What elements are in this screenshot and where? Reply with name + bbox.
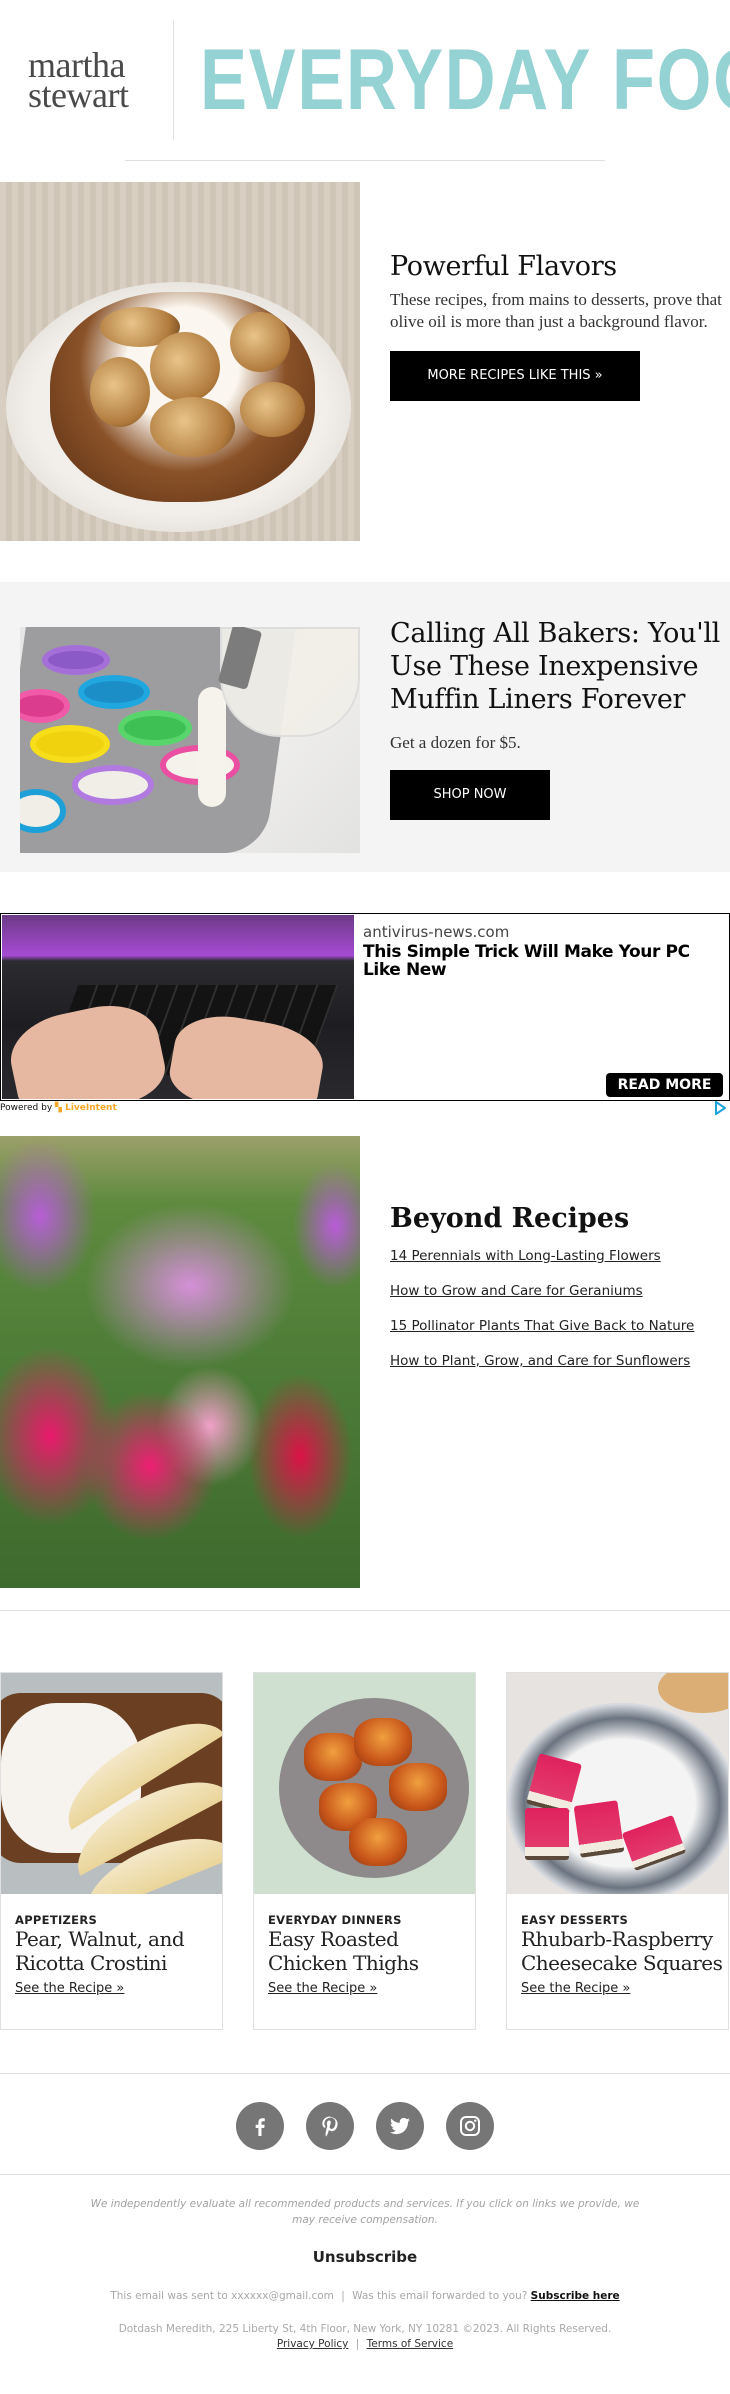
section-divider xyxy=(0,1610,730,1611)
muffin-liners-text: Calling All Bakers: You'll Use These Ine… xyxy=(390,617,725,820)
address-text: Dotdash Meredith, 225 Liberty St, 4th Fl… xyxy=(118,2323,612,2335)
ad-headline[interactable]: This Simple Trick Will Make Your PC Like… xyxy=(363,943,723,979)
powered-by-label[interactable]: Powered by ▚ LiveIntent xyxy=(0,1103,117,1113)
section-divider xyxy=(0,2073,730,2074)
unsubscribe-link[interactable]: Unsubscribe xyxy=(0,2248,730,2266)
read-more-button[interactable]: READ MORE xyxy=(606,1073,723,1097)
powerful-flavors-image[interactable] xyxy=(0,182,360,541)
instagram-link[interactable] xyxy=(446,2102,494,2150)
pear-slice xyxy=(240,382,305,437)
recipe-title[interactable]: Easy Roasted Chicken Thighs xyxy=(268,1927,473,1975)
liner-purple xyxy=(42,645,110,675)
powerful-flavors-text: Powerful Flavors These recipes, from mai… xyxy=(390,250,725,401)
email-header: martha stewart EVERYDAY FOOD xyxy=(0,0,730,160)
article-link[interactable]: How to Plant, Grow, and Care for Sunflow… xyxy=(390,1353,690,1369)
chicken-thigh xyxy=(389,1763,447,1811)
twitter-link[interactable] xyxy=(376,2102,424,2150)
martha-stewart-logo[interactable]: martha stewart xyxy=(28,47,129,115)
facebook-icon xyxy=(255,2118,265,2136)
affiliate-disclaimer: We independently evaluate all recommende… xyxy=(90,2198,640,2226)
logo-divider xyxy=(173,20,174,140)
list-item: How to Plant, Grow, and Care for Sunflow… xyxy=(390,1352,694,1370)
sent-to-line: This email was sent to xxxxxx@gmail.com … xyxy=(0,2290,730,2302)
muffin-liners-image[interactable] xyxy=(20,627,360,853)
separator: | xyxy=(341,2290,345,2302)
recipe-image[interactable] xyxy=(507,1673,728,1894)
legal-links: Privacy Policy | Terms of Service xyxy=(0,2337,730,2352)
pear-slice xyxy=(230,312,290,372)
privacy-policy-link[interactable]: Privacy Policy xyxy=(277,2338,349,2350)
recipe-image[interactable] xyxy=(254,1673,475,1894)
subscribe-link[interactable]: Subscribe here xyxy=(531,2290,620,2302)
twitter-icon xyxy=(390,2117,410,2135)
list-item: 14 Perennials with Long-Lasting Flowers xyxy=(390,1247,694,1265)
pinterest-icon xyxy=(322,2116,338,2137)
liner-blue xyxy=(78,675,150,709)
recipe-category: EASY DESSERTS xyxy=(521,1913,629,1927)
terms-of-service-link[interactable]: Terms of Service xyxy=(367,2338,454,2350)
liveintent-logo: ▚ LiveIntent xyxy=(55,1103,117,1113)
ad-domain: antivirus-news.com xyxy=(363,923,510,941)
pinterest-link[interactable] xyxy=(306,2102,354,2150)
see-recipe-link[interactable]: See the Recipe » xyxy=(268,1981,377,1996)
recipe-title[interactable]: Pear, Walnut, and Ricotta Crostini xyxy=(15,1927,220,1975)
separator: | xyxy=(355,2338,360,2350)
feature-description: Get a dozen for $5. xyxy=(390,733,521,752)
feature-title: Powerful Flavors xyxy=(390,251,617,282)
chicken-thigh xyxy=(354,1718,412,1766)
adchoices-icon[interactable] xyxy=(714,1101,726,1115)
feature-title: Calling All Bakers: You'll Use These Ine… xyxy=(390,618,721,715)
powered-by-text: Powered by xyxy=(0,1103,53,1113)
everyday-food-logo[interactable]: EVERYDAY FOOD xyxy=(200,30,730,130)
instagram-icon xyxy=(460,2116,480,2136)
footer-address: Dotdash Meredith, 225 Liberty St, 4th Fl… xyxy=(0,2322,730,2352)
see-recipe-link[interactable]: See the Recipe » xyxy=(15,1981,124,1996)
chicken-thigh xyxy=(349,1818,407,1866)
cheesecake-square xyxy=(525,1808,569,1860)
more-recipes-button[interactable]: MORE RECIPES LIKE THIS » xyxy=(390,351,640,401)
logo-line-2: stewart xyxy=(28,75,129,115)
sponsored-ad[interactable]: antivirus-news.com This Simple Trick Wil… xyxy=(0,913,730,1101)
liveintent-brand: LiveIntent xyxy=(65,1103,117,1113)
cheesecake-square xyxy=(573,1800,625,1858)
liner-green xyxy=(118,710,192,746)
recipe-card[interactable]: APPETIZERS Pear, Walnut, and Ricotta Cro… xyxy=(0,1672,223,2030)
pear-slice xyxy=(90,357,150,427)
recipe-card[interactable]: EVERYDAY DINNERS Easy Roasted Chicken Th… xyxy=(253,1672,476,2030)
list-item: 15 Pollinator Plants That Give Back to N… xyxy=(390,1317,694,1335)
forwarded-text: Was this email forwarded to you? xyxy=(352,2290,528,2302)
section-divider xyxy=(0,2174,730,2175)
ad-image[interactable] xyxy=(2,915,354,1099)
beyond-recipes-title: Beyond Recipes xyxy=(390,1203,630,1234)
pear-slice xyxy=(150,332,220,402)
recipe-card[interactable]: EASY DESSERTS Rhubarb-Raspberry Cheeseca… xyxy=(506,1672,729,2030)
social-links xyxy=(0,2102,730,2152)
feature-description: These recipes, from mains to desserts, p… xyxy=(390,290,722,331)
liner-yellow xyxy=(30,725,110,763)
beyond-recipes-image[interactable] xyxy=(0,1136,360,1588)
teacup-shape xyxy=(658,1673,728,1713)
article-link[interactable]: How to Grow and Care for Geraniums xyxy=(390,1283,643,1299)
recipe-title[interactable]: Rhubarb-Raspberry Cheesecake Squares xyxy=(521,1927,726,1975)
sent-to-text: This email was sent to xxxxxx@gmail.com xyxy=(110,2290,334,2302)
article-link[interactable]: 15 Pollinator Plants That Give Back to N… xyxy=(390,1318,694,1334)
header-divider xyxy=(125,160,605,161)
recipe-image[interactable] xyxy=(1,1673,222,1894)
shop-now-button[interactable]: SHOP NOW xyxy=(390,770,550,820)
article-link[interactable]: 14 Perennials with Long-Lasting Flowers xyxy=(390,1248,661,1264)
liner-purple-filled xyxy=(72,765,154,805)
recipe-category: APPETIZERS xyxy=(15,1913,98,1927)
pear-slice xyxy=(150,397,235,457)
facebook-link[interactable] xyxy=(236,2102,284,2150)
beyond-recipes-links: 14 Perennials with Long-Lasting Flowers … xyxy=(390,1247,694,1387)
recipe-category: EVERYDAY DINNERS xyxy=(268,1913,402,1927)
see-recipe-link[interactable]: See the Recipe » xyxy=(521,1981,630,1996)
list-item: How to Grow and Care for Geraniums xyxy=(390,1282,694,1300)
batter-stream xyxy=(198,687,226,807)
